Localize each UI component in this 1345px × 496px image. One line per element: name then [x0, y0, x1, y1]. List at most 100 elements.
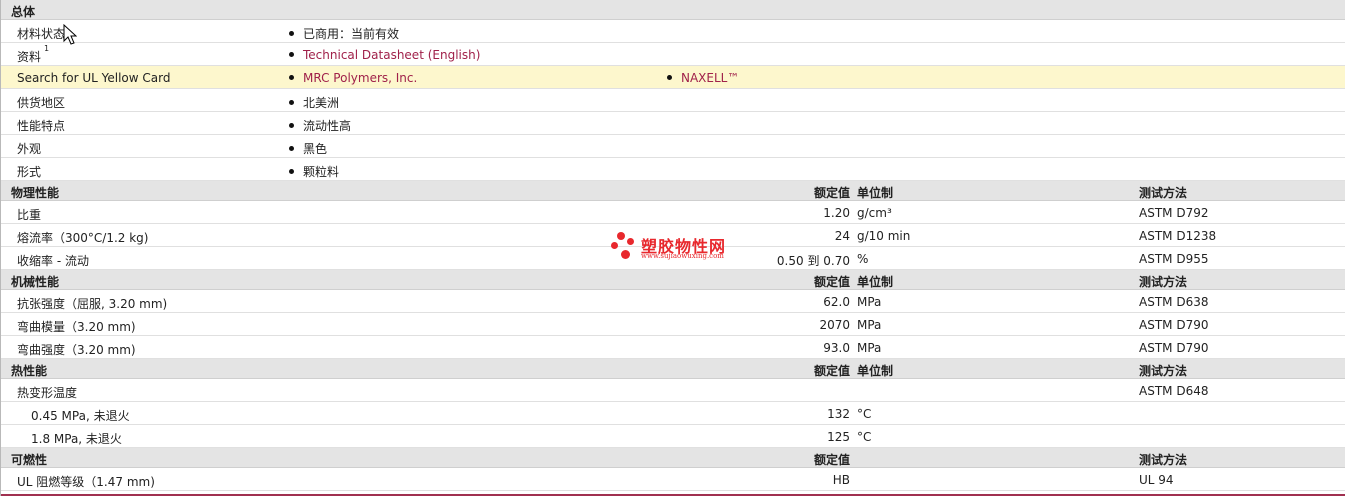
row-value: 流动性高: [289, 117, 351, 134]
section-flammability-header: 可燃性 额定值 测试方法: [1, 448, 1345, 468]
watermark-url: www.sujiaowuxing.com: [641, 252, 724, 260]
row-test-method: ASTM D638: [1139, 295, 1209, 309]
row-label: 比重: [17, 208, 42, 222]
row-features: 性能特点 流动性高: [1, 112, 1345, 135]
row-value: 颗粒料: [289, 163, 339, 180]
row-appearance: 外观 黑色: [1, 135, 1345, 158]
row-label: 供货地区: [17, 96, 66, 110]
row-label: 弯曲强度（3.20 mm): [17, 343, 136, 357]
table-row: 热变形温度 ASTM D648: [1, 379, 1345, 402]
row-label: 性能特点: [17, 119, 66, 133]
bullet-icon: [289, 100, 294, 105]
col-unit-header: 单位制: [857, 275, 894, 289]
bullet-icon: [289, 123, 294, 128]
row-unit: %: [857, 252, 869, 266]
row-label: 1.8 MPa, 未退火: [31, 432, 122, 446]
col-test-header: 测试方法: [1139, 275, 1188, 289]
mrc-polymers-link[interactable]: MRC Polymers, Inc.: [303, 71, 417, 85]
technical-datasheet-link[interactable]: Technical Datasheet (English): [303, 48, 480, 62]
row-value-2: NAXELL™: [667, 71, 739, 85]
section-title: 物理性能: [11, 186, 60, 200]
row-value: 已商用：当前有效: [289, 25, 399, 42]
row-label: 抗张强度（屈服, 3.20 mm): [17, 297, 168, 311]
section-mechanical-header: 机械性能 额定值 单位制 测试方法: [1, 270, 1345, 290]
row-label: 熔流率（300°C/1.2 kg): [17, 231, 149, 245]
row-label: Search for UL Yellow Card: [17, 71, 171, 85]
col-unit-header: 单位制: [857, 364, 894, 378]
row-value: 93.0: [823, 341, 850, 355]
section-general-header: 总体: [1, 0, 1345, 20]
row-value: 62.0: [823, 295, 850, 309]
row-value: 2070: [819, 318, 850, 332]
row-value: 24: [834, 229, 850, 243]
row-test-method: UL 94: [1139, 473, 1174, 487]
table-row: 抗张强度（屈服, 3.20 mm) 62.0 MPa ASTM D638: [1, 290, 1345, 313]
row-test-method: ASTM D1238: [1139, 229, 1217, 243]
section-thermal-header: 热性能 额定值 单位制 测试方法: [1, 359, 1345, 379]
row-value: 黑色: [289, 140, 327, 157]
bullet-icon: [289, 31, 294, 36]
col-value-header: 额定值: [813, 364, 850, 378]
table-row: 0.45 MPa, 未退火 132 °C: [1, 402, 1345, 425]
footnote-marker: 1: [44, 44, 50, 53]
row-test-method: ASTM D790: [1139, 318, 1209, 332]
row-label: 0.45 MPa, 未退火: [31, 409, 130, 423]
row-unit: °C: [857, 407, 872, 421]
row-label: 弯曲模量（3.20 mm): [17, 320, 136, 334]
row-ul-yellow-card: Search for UL Yellow Card MRC Polymers, …: [1, 66, 1345, 89]
table-row: 比重 1.20 g/cm³ ASTM D792: [1, 201, 1345, 224]
row-material-status: 材料状态 已商用：当前有效: [1, 20, 1345, 43]
row-unit: MPa: [857, 318, 882, 332]
row-test-method: ASTM D648: [1139, 384, 1209, 398]
bullet-icon: [289, 75, 294, 80]
row-label: UL 阻燃等级（1.47 mm): [17, 475, 155, 489]
mouse-cursor-icon: [63, 24, 77, 45]
row-unit: g/cm³: [857, 206, 892, 220]
watermark-logo: 塑胶物性网 www.sujiaowuxing.com: [611, 230, 741, 264]
col-test-header: 测试方法: [1139, 186, 1188, 200]
row-label: 热变形温度: [17, 386, 78, 400]
section-title: 热性能: [11, 364, 48, 378]
row-value: MRC Polymers, Inc.: [289, 71, 417, 85]
bullet-icon: [289, 169, 294, 174]
row-value: HB: [832, 473, 850, 487]
col-test-header: 测试方法: [1139, 364, 1188, 378]
row-value: Technical Datasheet (English): [289, 48, 480, 62]
section-physical-header: 物理性能 额定值 单位制 测试方法: [1, 181, 1345, 201]
row-unit: MPa: [857, 341, 882, 355]
datasheet-table: 总体 材料状态 已商用：当前有效 资料1 Technical Datasheet…: [0, 0, 1345, 496]
row-unit: g/10 min: [857, 229, 911, 243]
row-label: 形式: [17, 165, 42, 179]
section-title: 机械性能: [11, 275, 60, 289]
bullet-icon: [289, 52, 294, 57]
section-title: 总体: [11, 5, 36, 19]
row-form: 形式 颗粒料: [1, 158, 1345, 181]
col-unit-header: 单位制: [857, 186, 894, 200]
row-value: 0.50 到 0.70: [776, 254, 850, 268]
col-test-header: 测试方法: [1139, 453, 1188, 467]
row-unit: °C: [857, 430, 872, 444]
row-documents: 资料1 Technical Datasheet (English): [1, 43, 1345, 66]
bullet-icon: [289, 146, 294, 151]
row-test-method: ASTM D955: [1139, 252, 1209, 266]
row-unit: MPa: [857, 295, 882, 309]
col-value-header: 额定值: [813, 453, 850, 467]
naxell-link[interactable]: NAXELL™: [681, 71, 739, 85]
col-value-header: 额定值: [813, 275, 850, 289]
section-title: 可燃性: [11, 453, 48, 467]
table-row: 弯曲模量（3.20 mm) 2070 MPa ASTM D790: [1, 313, 1345, 336]
row-label: 材料状态: [17, 27, 66, 41]
row-label: 外观: [17, 142, 42, 156]
row-test-method: ASTM D790: [1139, 341, 1209, 355]
col-value-header: 额定值: [813, 186, 850, 200]
row-value: 1.20: [823, 206, 850, 220]
row-test-method: ASTM D792: [1139, 206, 1209, 220]
row-label: 资料1: [17, 44, 50, 64]
row-value: 北美洲: [289, 94, 339, 111]
table-row: 弯曲强度（3.20 mm) 93.0 MPa ASTM D790: [1, 336, 1345, 359]
row-label: 收缩率 - 流动: [17, 254, 89, 268]
table-row: 1.8 MPa, 未退火 125 °C: [1, 425, 1345, 448]
row-supply-region: 供货地区 北美洲: [1, 89, 1345, 112]
bullet-icon: [667, 75, 672, 80]
row-value: 132: [827, 407, 850, 421]
